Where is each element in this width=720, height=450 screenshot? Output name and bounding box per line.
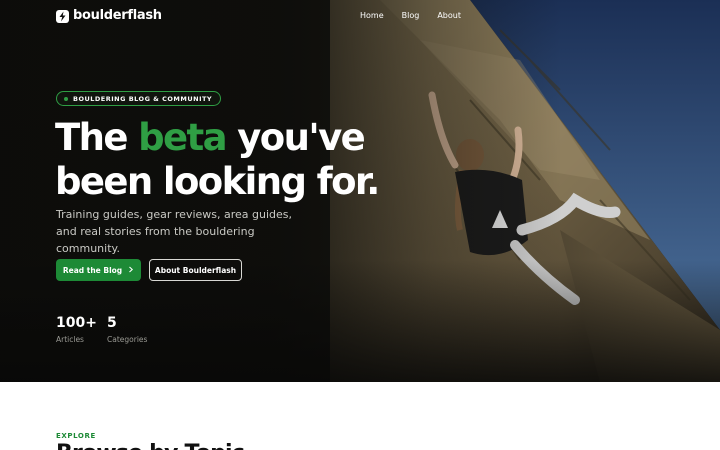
read-blog-button[interactable]: Read the Blog <box>56 259 141 281</box>
stat-categories: 5 Categories <box>107 314 147 345</box>
top-nav: boulderflash Home Blog About <box>0 0 720 32</box>
badge-dot-icon <box>64 96 68 101</box>
lightning-icon <box>56 9 69 23</box>
brand-name: boulderflash <box>73 8 162 23</box>
badge-text: BOULDERING BLOG & COMMUNITY <box>73 94 213 103</box>
hero-subtitle: Training guides, gear reviews, area guid… <box>56 208 293 255</box>
stat-label: Articles <box>56 335 84 344</box>
section-title: Browse by Topic <box>56 441 245 450</box>
section-eyebrow: EXPLORE <box>56 432 96 440</box>
nav-link-home[interactable]: Home <box>360 10 384 22</box>
headline-pre: The <box>55 116 139 159</box>
brand-logo[interactable]: boulderflash <box>56 8 162 24</box>
stat-articles: 100+ Articles <box>56 314 97 345</box>
headline-accent: beta <box>138 116 227 159</box>
stat-value: 100+ <box>56 315 97 331</box>
nav-link-about[interactable]: About <box>437 10 461 22</box>
hero-section: boulderflash Home Blog About BOULDERING … <box>0 0 720 382</box>
nav-links: Home Blog About <box>360 10 461 22</box>
hero-badge: BOULDERING BLOG & COMMUNITY <box>56 91 222 106</box>
nav-link-blog[interactable]: Blog <box>402 10 420 22</box>
stat-label: Categories <box>107 335 148 344</box>
read-blog-label: Read the Blog <box>62 265 123 275</box>
chevron-right-icon <box>128 266 134 275</box>
about-button-label: About Boulderflash <box>154 265 237 275</box>
about-button[interactable]: About Boulderflash <box>149 259 242 281</box>
stat-value: 5 <box>107 315 117 331</box>
hero-headline: The beta you've been looking for. <box>55 116 415 204</box>
